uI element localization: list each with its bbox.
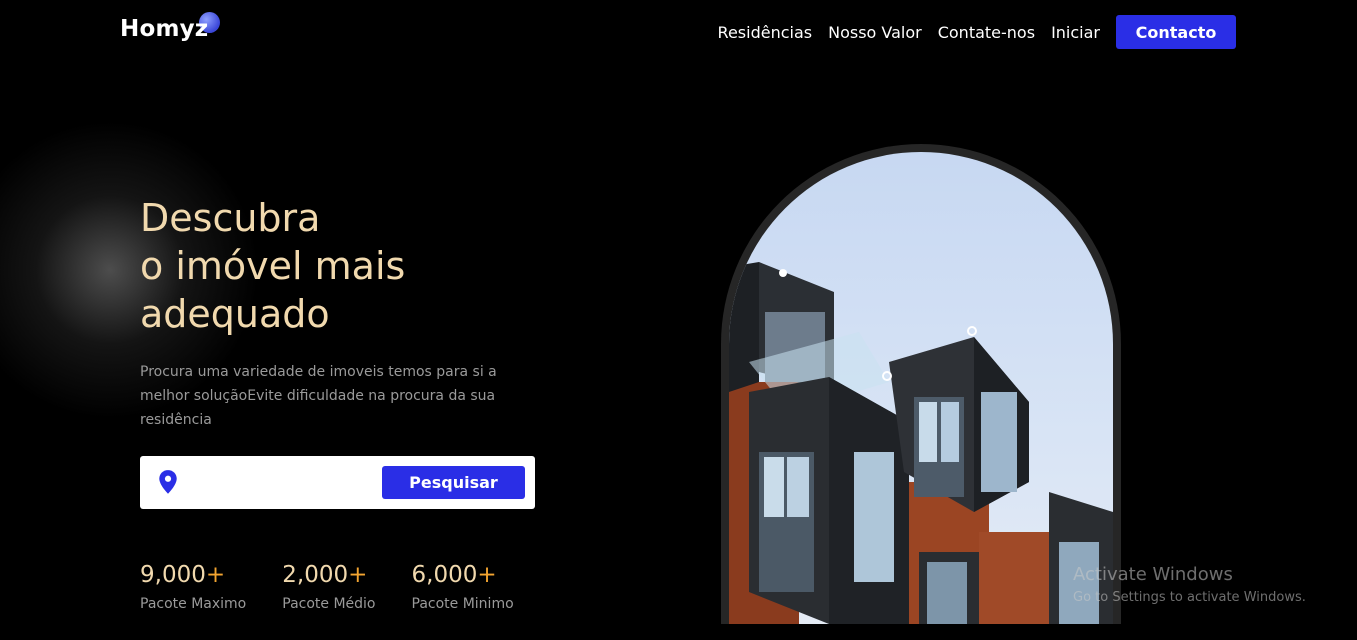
main-nav: Residências Nosso Valor Contate-nos Inic… — [718, 15, 1236, 49]
stat-plus: + — [477, 562, 497, 588]
stat-item: 9,000+ Pacote Maximo — [140, 561, 246, 612]
stat-number: 9,000 — [140, 562, 206, 588]
nav-link-nosso-valor[interactable]: Nosso Valor — [828, 23, 922, 42]
hero-description: Procura uma variedade de imoveis temos p… — [140, 364, 497, 428]
windows-activation-watermark: Activate Windows Go to Settings to activ… — [1073, 564, 1306, 605]
stat-value: 6,000+ — [412, 561, 514, 589]
stat-plus: + — [205, 562, 226, 588]
nav-link-iniciar[interactable]: Iniciar — [1051, 23, 1100, 42]
stat-item: 2,000+ Pacote Médio — [282, 561, 375, 612]
stat-item: 6,000+ Pacote Minimo — [412, 561, 514, 612]
stat-label: Pacote Minimo — [411, 596, 514, 612]
stat-number: 6,000 — [411, 562, 478, 588]
contact-button[interactable]: Contacto — [1116, 15, 1236, 49]
stat-number: 2,000 — [282, 562, 349, 588]
hero-title-line: o imóvel mais — [140, 244, 406, 288]
hero-title-line: adequado — [140, 292, 330, 336]
search-bar: Pesquisar — [140, 456, 535, 509]
stats-row: 9,000+ Pacote Maximo 2,000+ Pacote Médio… — [140, 561, 550, 612]
building-illustration — [729, 262, 1113, 624]
hero-image-frame — [721, 144, 1121, 624]
stat-label: Pacote Médio — [282, 596, 376, 612]
hero-image — [729, 152, 1113, 624]
location-pin-icon — [159, 470, 177, 494]
stat-value: 9,000+ — [140, 561, 246, 589]
logo[interactable]: Homyz — [120, 16, 208, 42]
watermark-title: Activate Windows — [1073, 564, 1233, 585]
stat-value: 2,000+ — [282, 561, 375, 589]
nav-link-residencias[interactable]: Residências — [718, 23, 813, 42]
stat-plus: + — [348, 562, 368, 588]
hero-title-line: Descubra — [140, 196, 321, 240]
hero-title: Descubra o imóvel mais adequado — [140, 194, 560, 338]
stat-label: Pacote Maximo — [140, 596, 247, 612]
watermark-subtitle: Go to Settings to activate Windows. — [1073, 590, 1306, 605]
nav-link-contate-nos[interactable]: Contate-nos — [938, 23, 1035, 42]
search-button[interactable]: Pesquisar — [382, 466, 525, 499]
